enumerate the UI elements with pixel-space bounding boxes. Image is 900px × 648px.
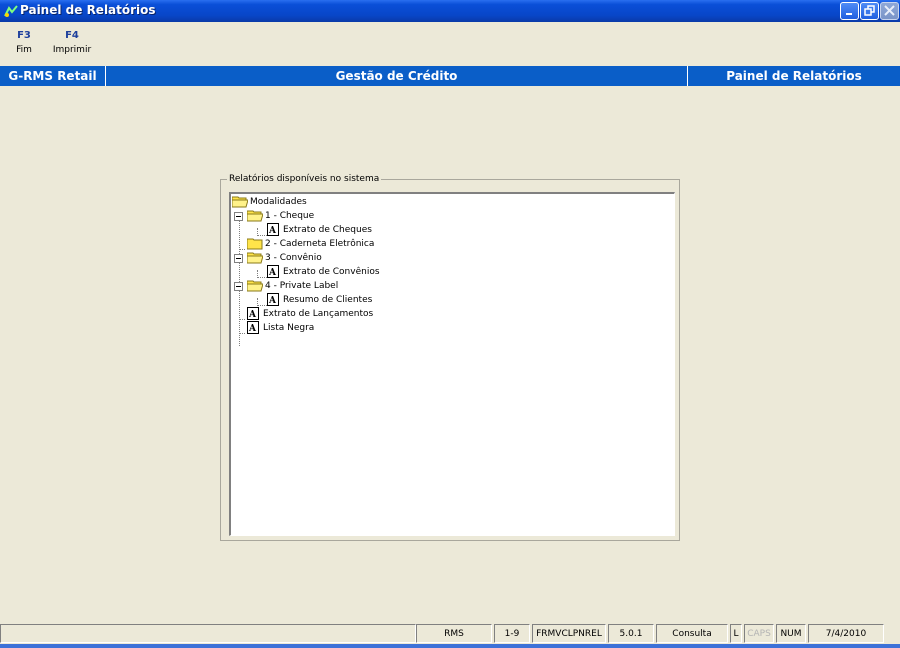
bottom-edge xyxy=(0,644,900,648)
status-l: L xyxy=(730,624,742,643)
restore-button[interactable] xyxy=(860,2,879,20)
folder-open-icon xyxy=(247,252,263,264)
minimize-icon xyxy=(846,13,852,15)
report-icon: A xyxy=(267,293,279,306)
reports-tree[interactable]: Modalidades 1 - Cheque A Extrato de Cheq… xyxy=(229,192,675,536)
svg-text:A: A xyxy=(268,226,277,236)
tree-line xyxy=(239,214,240,346)
restore-icon xyxy=(864,5,875,16)
reports-group-legend: Relatórios disponíveis no sistema xyxy=(227,173,382,185)
tree-label: 4 - Private Label xyxy=(265,281,339,291)
tree-line xyxy=(257,305,267,306)
close-icon xyxy=(884,5,895,16)
status-main-panel xyxy=(0,624,416,643)
tree-label: Lista Negra xyxy=(263,323,315,333)
tree-line xyxy=(239,333,245,334)
minimize-button[interactable] xyxy=(840,2,859,20)
window-title: Painel de Relatórios xyxy=(20,3,156,17)
folder-open-icon xyxy=(247,280,263,292)
report-icon: A xyxy=(267,223,279,236)
status-num: NUM xyxy=(776,624,806,643)
report-icon: A xyxy=(247,307,259,320)
close-button[interactable] xyxy=(880,2,899,20)
header-module: Gestão de Crédito xyxy=(106,66,688,86)
report-icon: A xyxy=(247,321,259,334)
status-form: FRMVCLPNREL xyxy=(532,624,606,643)
tree-label: Extrato de Cheques xyxy=(283,225,372,235)
tree-line xyxy=(239,249,245,250)
collapse-toggle[interactable] xyxy=(234,282,243,291)
f4-label: Imprimir xyxy=(52,45,92,55)
f3-label: Fim xyxy=(16,45,32,55)
f3-key: F3 xyxy=(17,30,31,41)
svg-text:A: A xyxy=(268,296,277,306)
title-bar: Painel de Relatórios xyxy=(0,0,900,22)
tree-label: 3 - Convênio xyxy=(265,253,322,263)
svg-text:A: A xyxy=(248,324,257,334)
f4-key: F4 xyxy=(65,30,79,41)
tree-line xyxy=(257,277,267,278)
tree-line xyxy=(239,319,245,320)
status-system: RMS xyxy=(416,624,492,643)
header-app-name: G-RMS Retail xyxy=(0,66,106,86)
header-band: G-RMS Retail Gestão de Crédito Painel de… xyxy=(0,66,900,86)
f4-imprimir-button[interactable]: F4 Imprimir xyxy=(52,30,92,55)
status-mode: Consulta xyxy=(656,624,728,643)
collapse-toggle[interactable] xyxy=(234,212,243,221)
header-screen: Painel de Relatórios xyxy=(726,69,862,83)
svg-text:A: A xyxy=(248,310,257,320)
collapse-toggle[interactable] xyxy=(234,254,243,263)
status-version: 5.0.1 xyxy=(608,624,654,643)
folder-icon xyxy=(247,238,263,250)
svg-text:A: A xyxy=(268,268,277,278)
status-date: 7/4/2010 xyxy=(808,624,884,643)
folder-open-icon xyxy=(232,196,248,208)
status-page: 1-9 xyxy=(494,624,530,643)
tree-label: 2 - Caderneta Eletrônica xyxy=(265,239,375,249)
report-icon: A xyxy=(267,265,279,278)
tree-label: Extrato de Lançamentos xyxy=(263,309,374,319)
tree-label: Resumo de Clientes xyxy=(283,295,373,305)
tree-label: 1 - Cheque xyxy=(265,211,315,221)
tree-label: Extrato de Convênios xyxy=(283,267,380,277)
tree-line xyxy=(257,235,267,236)
f3-fim-button[interactable]: F3 Fim xyxy=(4,30,44,55)
tree-label: Modalidades xyxy=(250,197,307,207)
status-caps: CAPS xyxy=(744,624,774,643)
folder-open-icon xyxy=(247,210,263,222)
app-icon xyxy=(4,5,18,17)
reports-group: Relatórios disponíveis no sistema Modali… xyxy=(220,173,680,541)
status-bar: RMS 1-9 FRMVCLPNREL 5.0.1 Consulta L CAP… xyxy=(0,624,900,644)
